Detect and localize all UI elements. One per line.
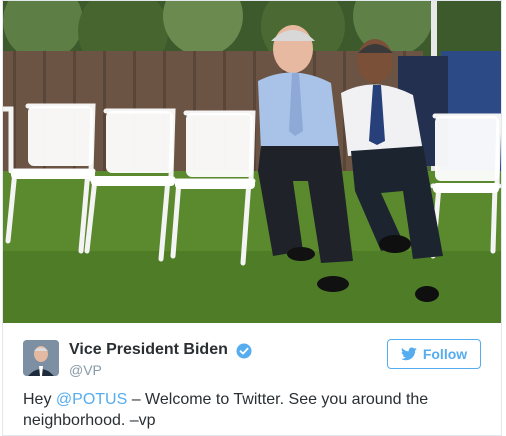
- tweet-text: Hey @POTUS – Welcome to Twitter. See you…: [23, 389, 483, 431]
- user-handle[interactable]: @VP: [69, 362, 102, 378]
- tweet-body: Vice President Biden @VP Follow Hey @POT…: [3, 323, 501, 435]
- verified-badge-icon: [236, 343, 252, 359]
- avatar[interactable]: [23, 340, 59, 376]
- tweet-text-prefix: Hey: [23, 391, 56, 408]
- tweet-photo[interactable]: [3, 1, 501, 323]
- tweet-card: Vice President Biden @VP Follow Hey @POT…: [2, 0, 502, 436]
- follow-label: Follow: [422, 346, 468, 362]
- follow-button[interactable]: Follow: [387, 339, 481, 369]
- twitter-bird-icon: [400, 347, 417, 361]
- display-name[interactable]: Vice President Biden: [69, 341, 228, 359]
- mention-link[interactable]: @POTUS: [56, 391, 127, 408]
